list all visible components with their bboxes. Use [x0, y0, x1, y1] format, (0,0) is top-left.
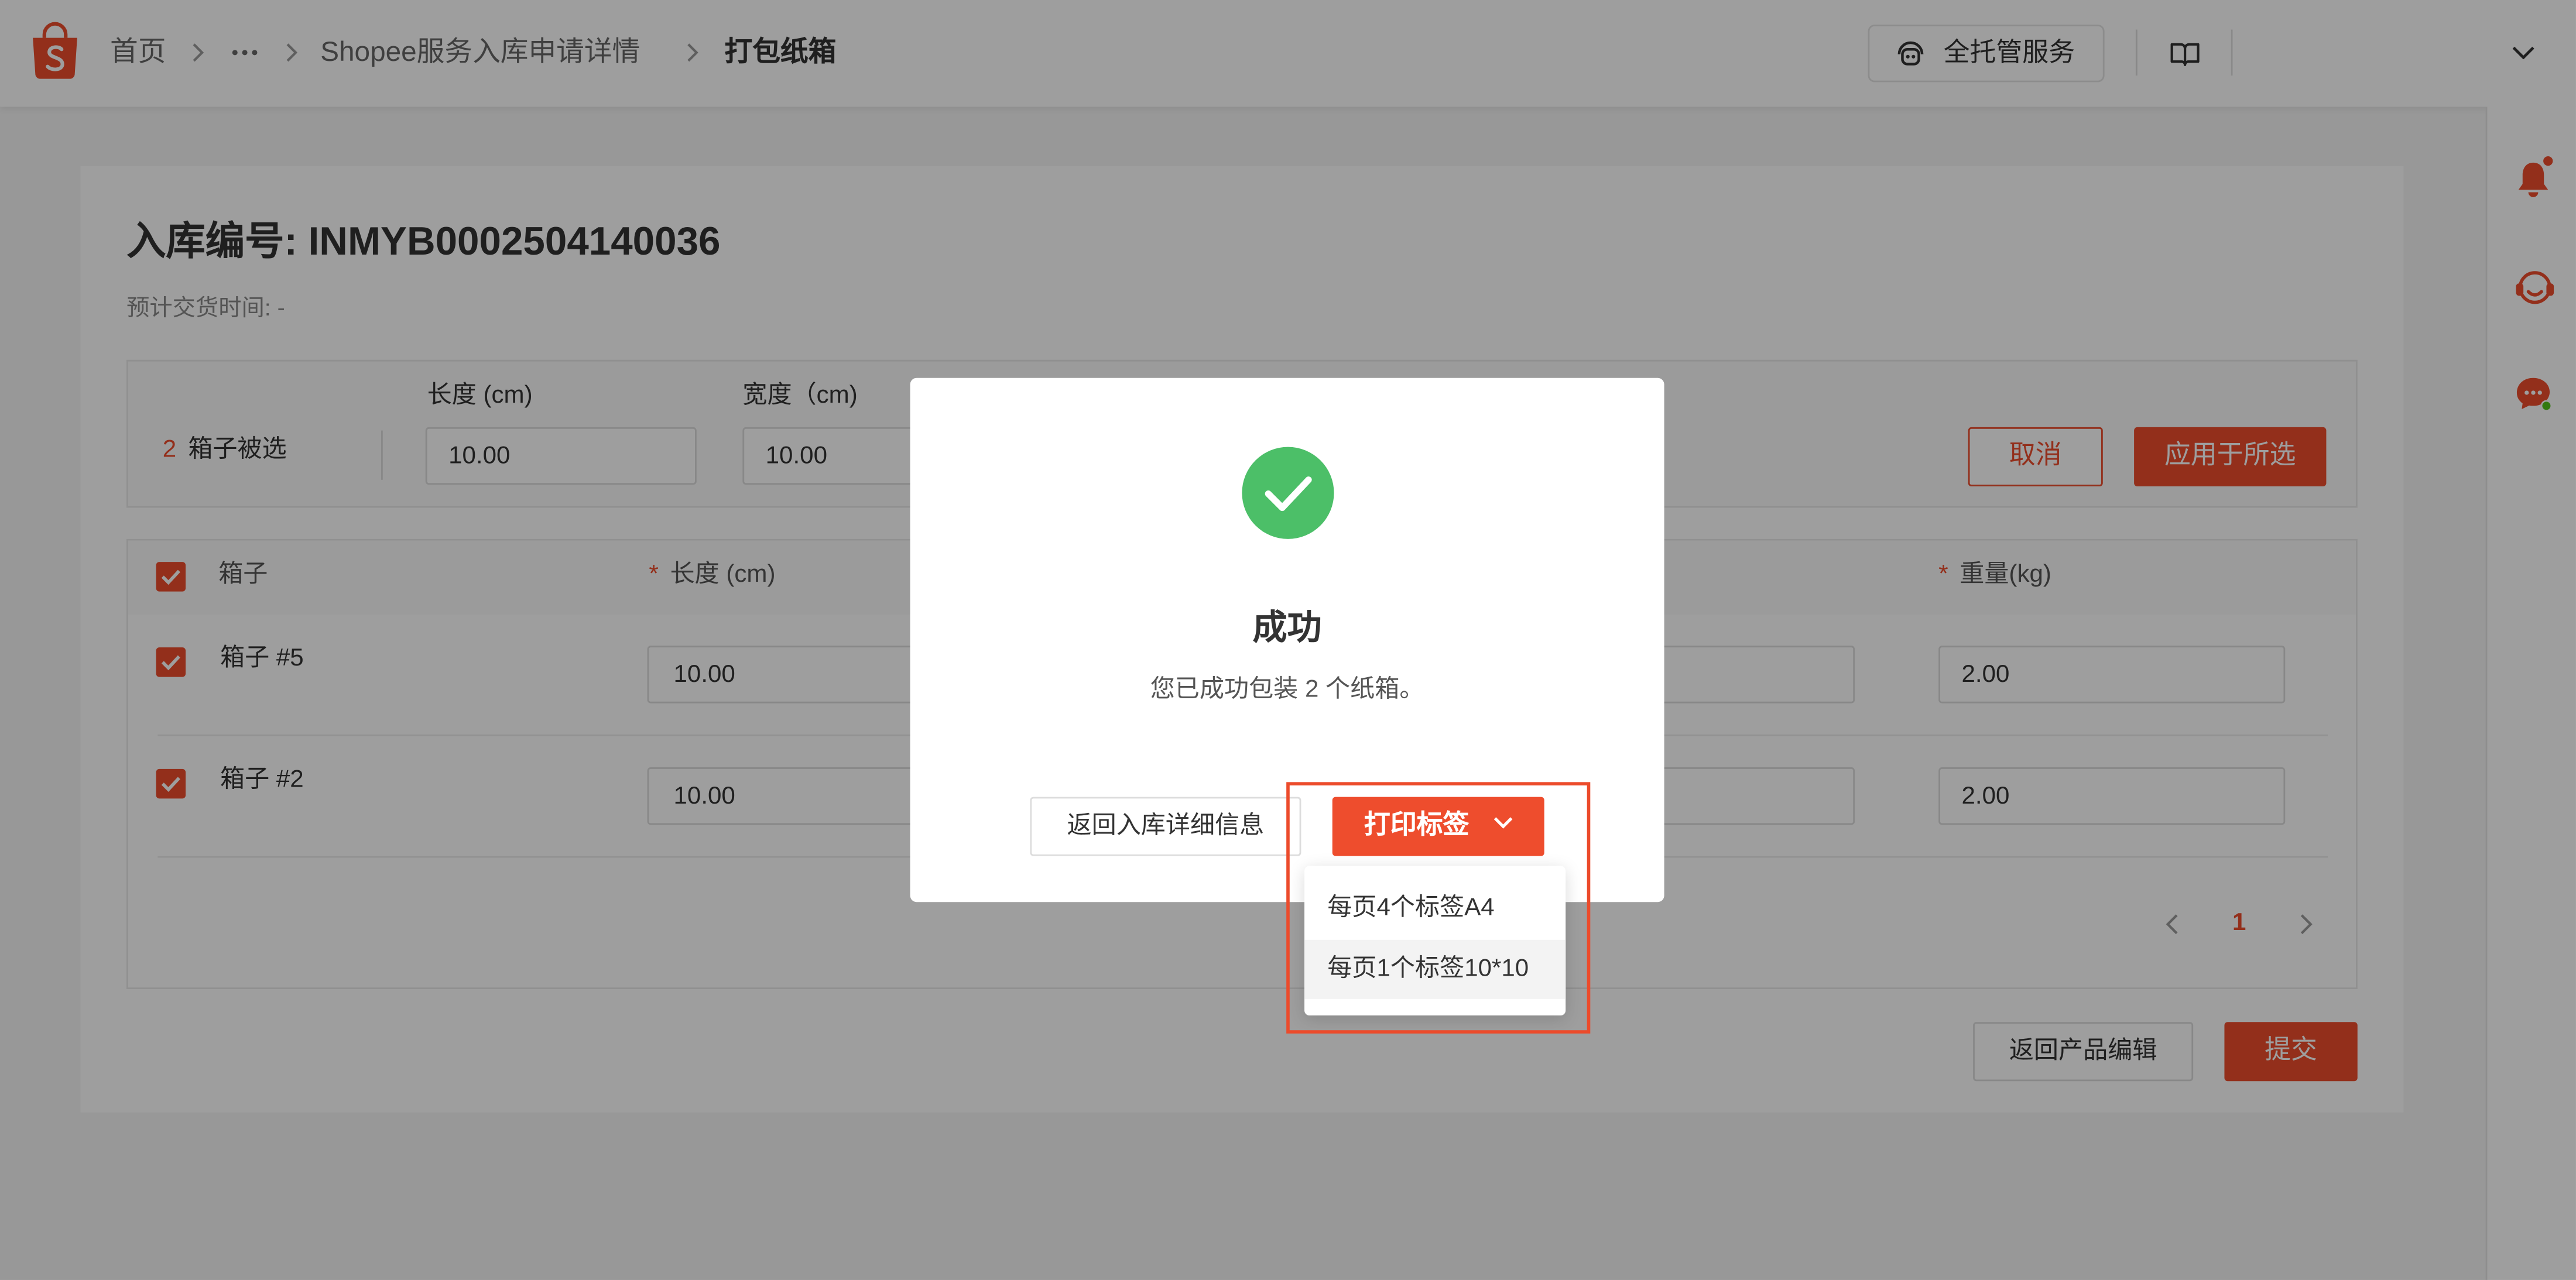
highlight-box — [1286, 782, 1591, 1034]
modal-message: 您已成功包装 2 个纸箱。 — [1150, 675, 1424, 704]
back-to-inbound-details-button[interactable]: 返回入库详细信息 — [1030, 797, 1301, 856]
app-window: 首页 Shopee服务入库申请详情 打包纸箱 全托管服务 入库编号: INMYB… — [0, 0, 2576, 1280]
success-check-icon — [1242, 447, 1334, 539]
modal-title: 成功 — [1252, 609, 1322, 648]
